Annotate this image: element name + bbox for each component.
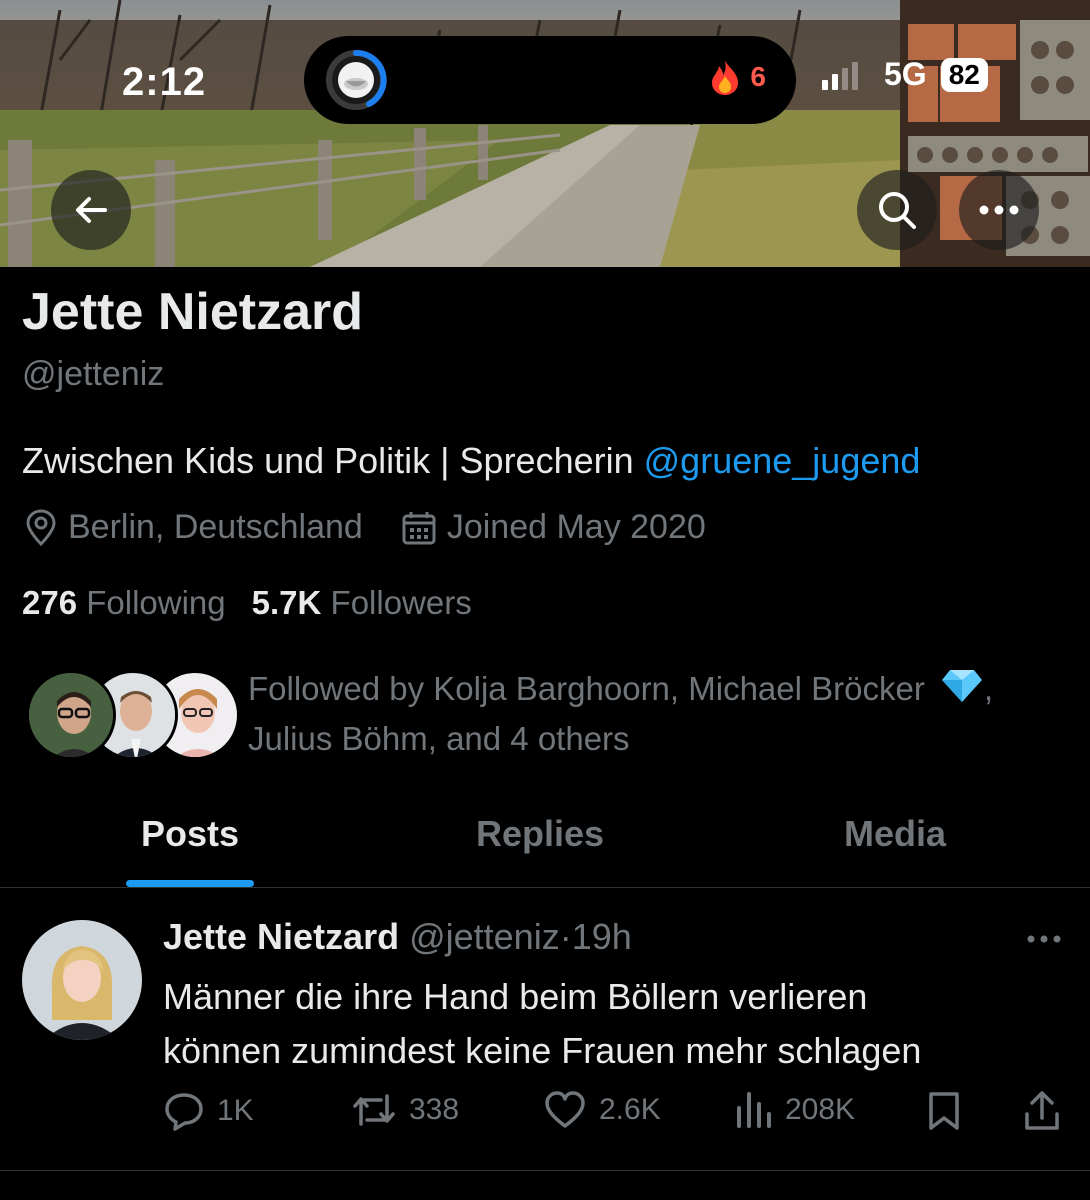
profile-name: Jette Nietzard	[22, 283, 363, 341]
verified-diamond-icon	[942, 670, 982, 702]
following-count: 276	[22, 584, 78, 621]
post-separator: ·	[559, 916, 572, 957]
mutual-followers-avatars[interactable]	[26, 670, 240, 760]
like-icon	[545, 1091, 585, 1128]
battery-level: 82	[940, 57, 988, 92]
bookmark-button[interactable]	[927, 1090, 961, 1132]
search-icon	[879, 192, 916, 229]
avatar	[26, 670, 116, 760]
views-count: 208K	[785, 1093, 856, 1126]
like-count: 2.6K	[599, 1093, 661, 1126]
fire-icon	[712, 60, 739, 95]
bookmark-icon	[929, 1092, 959, 1130]
reply-count: 1K	[217, 1094, 254, 1127]
repost-count: 338	[409, 1093, 460, 1126]
profile-handle: @jetteniz	[22, 355, 165, 393]
back-button[interactable]	[51, 170, 131, 250]
post-actions: 1K 338 2.6K 208K	[163, 1090, 1068, 1140]
joined-text: Joined May 2020	[446, 508, 706, 546]
location-text: Berlin, Deutschland	[68, 508, 363, 546]
post-text-line: Männer die ihre Hand beim Böllern verlie…	[163, 976, 868, 1017]
tab-media[interactable]: Media	[700, 780, 1090, 887]
share-button[interactable]	[1023, 1090, 1061, 1132]
dynamic-island[interactable]: 6	[304, 36, 796, 124]
post-divider	[0, 1170, 1090, 1171]
following-label: Following	[86, 584, 226, 621]
followers-link[interactable]: 5.7K Followers	[252, 584, 472, 622]
bio-text: Zwischen Kids und Politik | Sprecherin	[22, 440, 644, 481]
calendar-icon	[402, 511, 436, 544]
views-icon	[737, 1092, 771, 1128]
reply-icon	[165, 1093, 203, 1131]
post-time[interactable]: 19h	[572, 916, 632, 957]
status-indicators: 5G 82	[822, 56, 988, 93]
more-options-button[interactable]	[959, 170, 1039, 250]
post-author-name[interactable]: Jette Nietzard	[163, 916, 399, 957]
tab-replies[interactable]: Replies	[380, 780, 700, 887]
profile-bio: Zwischen Kids und Politik | Sprecherin @…	[22, 440, 920, 482]
location-icon	[26, 508, 56, 546]
repost-icon	[353, 1094, 395, 1126]
status-time: 2:12	[122, 60, 207, 104]
more-icon	[979, 205, 1019, 215]
post-text-line: können zumindest keine Frauen mehr schla…	[163, 1030, 922, 1071]
joined-item: Joined May 2020	[401, 508, 706, 547]
more-icon	[1027, 935, 1061, 943]
followers-count: 5.7K	[251, 584, 322, 621]
cellular-signal-icon	[822, 60, 858, 90]
location-item: Berlin, Deutschland	[24, 508, 363, 547]
post-author-avatar[interactable]	[22, 920, 142, 1040]
streak-indicator: 6	[708, 58, 766, 96]
followed-by-names: Followed by Kolja Barghoorn, Michael Brö…	[248, 670, 925, 707]
post-author-handle[interactable]: @jetteniz	[409, 916, 560, 957]
reply-button[interactable]: 1K	[163, 1090, 254, 1132]
back-arrow-icon	[76, 197, 107, 223]
followed-by-others: Julius Böhm, and 4 others	[248, 720, 630, 757]
share-icon	[1025, 1091, 1059, 1130]
post-text[interactable]: Männer die ihre Hand beim Böllern verlie…	[163, 970, 1063, 1078]
bio-mention-link[interactable]: @gruene_jugend	[644, 440, 921, 481]
followed-by-text[interactable]: Followed by Kolja Barghoorn, Michael Brö…	[248, 664, 1068, 764]
profile-meta: Berlin, Deutschland Joined May 2020	[24, 508, 706, 547]
search-button[interactable]	[857, 170, 937, 250]
post-header: Jette Nietzard @jetteniz·19h	[163, 916, 632, 958]
tab-posts[interactable]: Posts	[0, 780, 380, 887]
network-type: 5G	[884, 56, 927, 92]
like-button[interactable]: 2.6K	[543, 1090, 661, 1130]
streak-count: 6	[750, 61, 766, 92]
followers-label: Followers	[330, 584, 472, 621]
post-more-button[interactable]	[1026, 932, 1062, 950]
views-button[interactable]: 208K	[735, 1090, 855, 1130]
live-activity-ring-icon	[326, 49, 387, 110]
follow-stats: 276 Following 5.7K Followers	[22, 584, 472, 622]
repost-button[interactable]: 338	[351, 1090, 459, 1130]
following-link[interactable]: 276 Following	[22, 584, 226, 622]
profile-tabs: Posts Replies Media	[0, 780, 1090, 888]
